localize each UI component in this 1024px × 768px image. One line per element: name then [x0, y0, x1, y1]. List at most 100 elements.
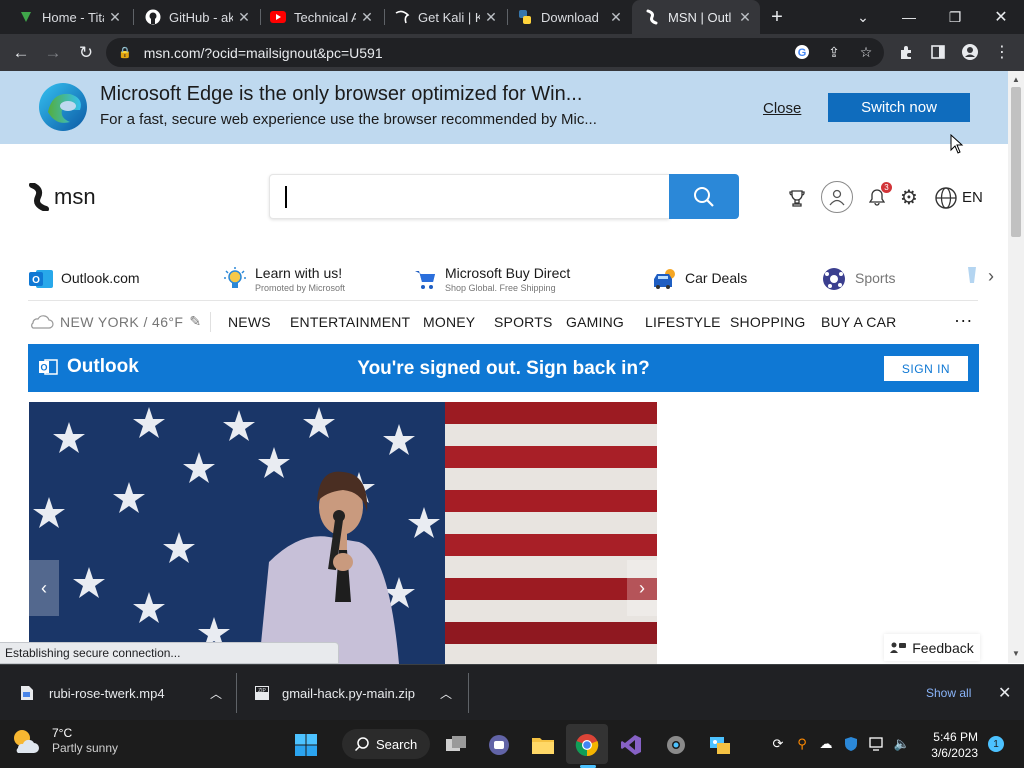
hero-news-image[interactable]: ‹ › — [29, 402, 657, 664]
feedback-button[interactable]: Feedback — [884, 634, 980, 661]
tab-home-titan[interactable]: Home - Tita ✕ — [0, 0, 130, 34]
download-item[interactable]: ZIP gmail-hack.py-main.zip ︿ — [254, 665, 460, 721]
download-options-chevron-icon[interactable]: ︿ — [440, 685, 452, 702]
restore-icon[interactable]: ❐ — [932, 0, 978, 34]
google-icon[interactable]: G — [792, 42, 812, 62]
msn-search-input[interactable] — [269, 174, 669, 219]
share-icon[interactable]: ⇪ — [824, 42, 844, 62]
settings-gear-icon[interactable]: ⚙ — [898, 186, 920, 209]
lock-icon[interactable]: 🔒 — [118, 46, 132, 59]
tab-search-icon[interactable]: ⌄ — [840, 0, 886, 34]
menu-kebab-icon[interactable]: ⋮ — [992, 42, 1012, 62]
forward-icon[interactable]: → — [40, 40, 66, 66]
tab-github[interactable]: GitHub - ak ✕ — [133, 0, 259, 34]
task-view-icon[interactable] — [439, 728, 473, 762]
notification-center-badge[interactable]: 1 — [988, 736, 1004, 752]
scroll-down-icon[interactable]: ▼ — [1012, 649, 1020, 658]
edge-banner-close-link[interactable]: Close — [763, 100, 801, 117]
tab-title: Home - Tita — [42, 9, 104, 25]
tab-close-icon[interactable]: ✕ — [484, 9, 498, 26]
cloud-icon — [31, 314, 54, 329]
tab-msn-active[interactable]: MSN | Outl ✕ — [632, 0, 760, 34]
msn-logo[interactable]: msn — [28, 183, 96, 211]
msn-butterfly-icon — [29, 183, 49, 211]
partly-sunny-icon — [14, 730, 39, 753]
close-shelf-icon[interactable]: ✕ — [998, 665, 1011, 721]
quick-link-car-deals[interactable]: Car Deals — [652, 259, 747, 299]
cloud-tray-icon[interactable]: ☁ — [817, 734, 835, 754]
tab-close-icon[interactable]: ✕ — [738, 9, 752, 26]
nav-sports[interactable]: SPORTS — [494, 314, 553, 330]
outlook-icon: O — [28, 266, 54, 292]
volume-icon[interactable]: 🔈 — [893, 734, 911, 754]
divider — [28, 300, 978, 301]
sync-icon[interactable]: ⟳ — [769, 734, 787, 754]
quick-link-learn[interactable]: Learn with us! Promoted by Microsoft — [222, 259, 345, 299]
hero-next-chevron-icon[interactable]: › — [627, 560, 657, 616]
back-icon[interactable]: ← — [8, 40, 34, 66]
tab-title: GitHub - ak — [169, 9, 233, 25]
notification-count-badge: 3 — [881, 182, 892, 193]
control-panel-icon[interactable] — [703, 728, 737, 762]
bookmark-star-icon[interactable]: ☆ — [856, 42, 876, 62]
address-bar[interactable]: 🔒 msn.com/?ocid=mailsignout&pc=U591 — [106, 38, 884, 67]
new-tab-button[interactable]: + — [766, 5, 788, 29]
file-explorer-icon[interactable] — [526, 728, 560, 762]
show-all-downloads-link[interactable]: Show all — [926, 665, 971, 721]
quick-links-next-chevron-icon[interactable]: › — [988, 266, 1006, 286]
nav-gaming[interactable]: GAMING — [566, 314, 624, 330]
nav-more-icon[interactable]: ··· — [954, 310, 973, 331]
tab-python-download[interactable]: Download ✕ — [507, 0, 631, 34]
weather-widget[interactable]: NEW YORK / 46°F ✎ — [28, 313, 202, 330]
quick-link-sports[interactable]: Sports — [822, 259, 895, 299]
outlook-signed-out-bar: You're signed out. Sign back in? O Outlo… — [28, 344, 979, 392]
scrollbar-thumb[interactable] — [1011, 87, 1021, 237]
edit-pencil-icon[interactable]: ✎ — [189, 313, 201, 330]
taskbar-clock[interactable]: 5:46 PM 3/6/2023 — [928, 729, 978, 761]
msn-search-button[interactable] — [669, 174, 739, 219]
visual-studio-icon[interactable] — [614, 728, 648, 762]
globe-icon[interactable] — [934, 186, 958, 210]
network-icon[interactable] — [868, 734, 886, 754]
close-window-icon[interactable]: ✕ — [978, 0, 1024, 34]
search-tool-tray-icon[interactable]: ⚲ — [793, 734, 811, 754]
tab-kali[interactable]: Get Kali | K ✕ — [384, 0, 506, 34]
nav-buy-a-car[interactable]: BUY A CAR — [821, 314, 896, 330]
download-options-chevron-icon[interactable]: ︿ — [210, 685, 222, 702]
download-filename: gmail-hack.py-main.zip — [282, 685, 415, 701]
tab-close-icon[interactable]: ✕ — [108, 9, 122, 26]
tab-close-icon[interactable]: ✕ — [360, 9, 374, 26]
side-panel-icon[interactable] — [928, 42, 948, 62]
tab-youtube[interactable]: Technical A ✕ — [260, 0, 382, 34]
nav-entertainment[interactable]: ENTERTAINMENT — [290, 314, 410, 330]
quick-link-buy-direct[interactable]: Microsoft Buy Direct Shop Global. Free Sh… — [412, 259, 570, 299]
tab-close-icon[interactable]: ✕ — [237, 9, 251, 26]
switch-now-button[interactable]: Switch now — [828, 93, 970, 122]
nav-lifestyle[interactable]: LIFESTYLE — [645, 314, 721, 330]
settings-app-icon[interactable] — [659, 728, 693, 762]
hero-prev-chevron-icon[interactable]: ‹ — [29, 560, 59, 616]
taskbar-weather[interactable]: 7°C Partly sunny — [10, 726, 118, 756]
profile-icon[interactable] — [960, 42, 980, 62]
taskbar-search-box[interactable]: Search — [342, 729, 430, 759]
nav-news[interactable]: NEWS — [228, 314, 271, 330]
nav-money[interactable]: MONEY — [423, 314, 475, 330]
reload-icon[interactable]: ↻ — [73, 40, 99, 66]
rewards-trophy-icon[interactable] — [786, 187, 808, 209]
download-item[interactable]: rubi-rose-twerk.mp4 ︿ — [20, 665, 230, 721]
page-scrollbar[interactable]: ▲ ▼ — [1008, 71, 1024, 663]
windows-start-icon[interactable] — [289, 728, 323, 762]
url-text[interactable]: msn.com/?ocid=mailsignout&pc=U591 — [144, 45, 383, 61]
chrome-icon[interactable] — [570, 728, 604, 762]
scroll-up-icon[interactable]: ▲ — [1012, 75, 1020, 84]
language-selector[interactable]: EN — [962, 189, 983, 206]
minimize-icon[interactable]: — — [886, 0, 932, 34]
quick-link-outlook[interactable]: O Outlook.com — [28, 259, 140, 299]
security-shield-icon[interactable] — [842, 734, 860, 754]
account-avatar-icon[interactable] — [821, 181, 853, 213]
sign-in-button[interactable]: SIGN IN — [884, 356, 968, 381]
nav-shopping[interactable]: SHOPPING — [730, 314, 806, 330]
tab-close-icon[interactable]: ✕ — [609, 9, 623, 26]
teams-chat-icon[interactable] — [482, 728, 516, 762]
extensions-icon[interactable] — [896, 42, 916, 62]
